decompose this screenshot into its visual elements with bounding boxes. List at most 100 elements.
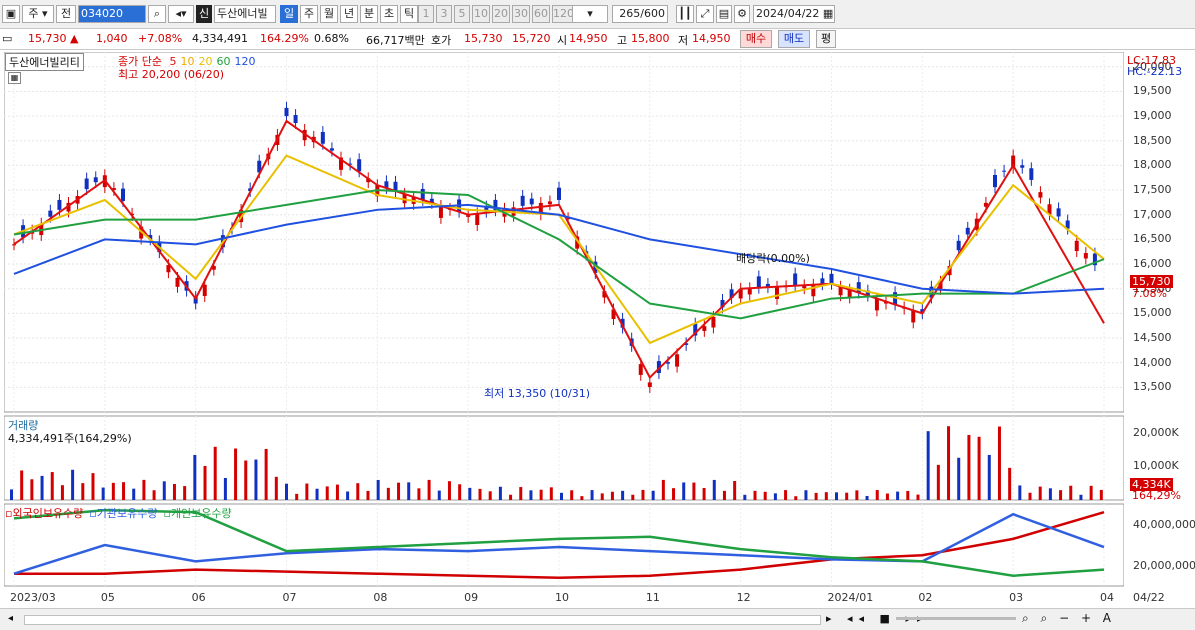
evaluate-button[interactable]: 평 — [816, 30, 836, 48]
high-label: 고 — [617, 34, 628, 47]
table-icon[interactable]: ▦ — [8, 72, 21, 84]
interval-button-60[interactable]: 60 — [532, 5, 550, 23]
market-select[interactable]: 주 ▾ — [22, 5, 54, 23]
interval-button-5[interactable]: 5 — [454, 5, 470, 23]
count-value: 265 — [619, 7, 641, 20]
period-tab-4[interactable]: 분 — [360, 5, 378, 23]
volume-bar-92 — [947, 426, 951, 500]
calendar-icon[interactable]: ▦ — [823, 7, 833, 20]
volume-bar-44 — [458, 484, 462, 500]
quote-icon: ▭ — [2, 32, 13, 45]
ma-legend-120: 120 — [234, 55, 256, 68]
volume-bar-85 — [875, 490, 879, 500]
search-icon[interactable]: ⌕ — [148, 5, 166, 23]
period-tab-3[interactable]: 년 — [340, 5, 358, 23]
interval-button-120[interactable]: 120 — [552, 5, 574, 23]
period-tab-0[interactable]: 일 — [280, 5, 298, 23]
date-input[interactable]: 2024/04/22 ▦ — [753, 5, 835, 23]
volume-bar-17 — [183, 486, 187, 500]
volume-bar-7 — [81, 483, 85, 500]
holding-legend-2: ▫개인보유수량 — [163, 507, 232, 520]
stock-code-input[interactable]: 034020 — [78, 5, 146, 23]
current-price: 15,730 — [28, 32, 67, 45]
hc-label: HC:-22.13 — [1127, 65, 1183, 78]
count-input[interactable]: 265/600 — [612, 5, 668, 23]
volume-bar-63 — [651, 490, 655, 500]
volume-ratio: 164.29% — [260, 32, 309, 45]
volume-bar-41 — [427, 479, 431, 500]
zoom-slider[interactable] — [896, 617, 1016, 620]
market-label: 주 — [28, 7, 39, 20]
scroll-track[interactable] — [24, 615, 821, 625]
volume-bar-106 — [1089, 485, 1093, 500]
interval-button-3[interactable]: 3 — [436, 5, 452, 23]
volume-bar-43 — [447, 481, 451, 500]
interval-button-1[interactable]: 1 — [418, 5, 434, 23]
volume-bar-38 — [397, 482, 401, 500]
zoom-controls[interactable]: ⌕ ⌕ − + A — [1022, 611, 1115, 626]
gear-icon[interactable]: ⚙ — [734, 5, 750, 23]
volume-bar-11 — [122, 482, 126, 500]
volume-bar-28 — [295, 493, 299, 500]
volume-bar-65 — [672, 488, 676, 500]
interval-button-10[interactable]: 10 — [472, 5, 490, 23]
hoga-label: 호가 — [431, 34, 452, 47]
candle-body-93 — [856, 282, 861, 293]
candle-body-59 — [547, 201, 552, 205]
candle-body-86 — [793, 273, 798, 286]
volume-bar-66 — [682, 482, 686, 500]
volume-bar-24 — [254, 459, 258, 500]
volume-bar-5 — [60, 485, 64, 500]
period-tab-6[interactable]: 틱 — [400, 5, 418, 23]
candle-body-45 — [420, 188, 425, 200]
window-menu-icon[interactable]: ▣ — [2, 5, 20, 23]
interval-button-30[interactable]: 30 — [512, 5, 530, 23]
stock-name-box[interactable]: 두산에너빌리티 — [5, 53, 84, 71]
period-tab-2[interactable]: 월 — [320, 5, 338, 23]
candle-body-34 — [320, 132, 325, 144]
x-label-11: 03 — [1009, 591, 1024, 604]
prev-button[interactable]: 전 — [56, 5, 76, 23]
volume-bar-32 — [335, 484, 339, 500]
bottom-scrollbar[interactable]: ◂ ▸ ◂◂ ■ ▸▸ ⌕ ⌕ − + A — [0, 608, 1195, 630]
save-icon[interactable]: ▤ — [716, 5, 732, 23]
stock-name-field[interactable]: 두산에너빌 — [214, 5, 276, 23]
sell-button[interactable]: 매도 — [778, 30, 810, 48]
volume-bar-68 — [702, 488, 706, 500]
interval-button-20[interactable]: 20 — [492, 5, 510, 23]
volume-bar-56 — [580, 496, 584, 500]
volume-bar-49 — [509, 494, 513, 500]
volume-bar-76 — [784, 490, 788, 500]
volume-bar-23 — [244, 460, 248, 500]
scroll-left-icon[interactable]: ◂ — [8, 613, 13, 624]
volume-bar-80 — [824, 492, 828, 500]
x-label-12: 04 — [1100, 591, 1114, 604]
volume-bar-67 — [692, 482, 696, 500]
candle-body-105 — [965, 227, 970, 235]
bid-price: 15,720 — [512, 32, 551, 45]
period-tab-5[interactable]: 초 — [380, 5, 398, 23]
volume-bar-42 — [437, 490, 441, 500]
candle-body-84 — [775, 286, 779, 299]
x-label-1: 05 — [100, 591, 115, 604]
volume-bar-73 — [753, 490, 757, 500]
buy-button[interactable]: 매수 — [740, 30, 772, 48]
volume-bar-96 — [987, 454, 991, 500]
volume-bar-3 — [40, 475, 44, 500]
max-price-label: 최고 20,200 (06/20) — [118, 68, 225, 81]
volume-bar-54 — [560, 492, 563, 500]
volume-bar-102 — [1048, 488, 1052, 500]
candle-body-12 — [121, 188, 125, 201]
low-label: 저 — [678, 34, 689, 47]
volume-bar-81 — [835, 492, 838, 500]
speaker-icon[interactable]: ◂▾ — [168, 5, 194, 23]
interval-dropdown[interactable]: ▾ — [572, 5, 608, 23]
volume-bar-100 — [1028, 492, 1032, 500]
period-tab-1[interactable]: 주 — [300, 5, 318, 23]
volume-bar-77 — [794, 496, 798, 500]
tool-icon[interactable]: ⤢ — [696, 5, 714, 23]
volume-bar-97 — [997, 426, 1001, 500]
volume-bar-71 — [733, 481, 737, 500]
candle-type-icon[interactable]: ┃┃ — [676, 5, 694, 23]
volume-bar-107 — [1099, 489, 1103, 500]
